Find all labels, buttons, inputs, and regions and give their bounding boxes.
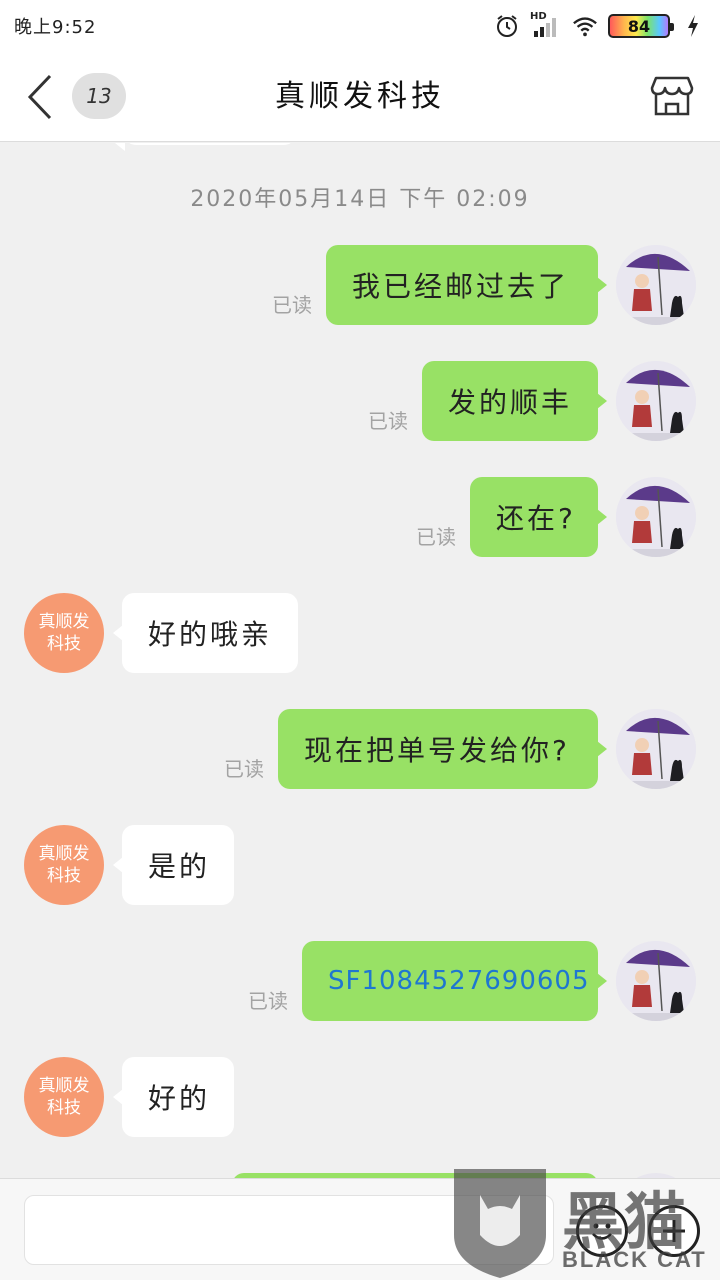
cellular-signal-icon: HD [530, 11, 562, 39]
battery-indicator: 84 [608, 14, 674, 38]
charging-icon [680, 13, 706, 39]
message-bubble-sent[interactable]: 还在? [470, 477, 607, 557]
shop-avatar-line1: 真顺发 [38, 1076, 90, 1096]
shop-avatar[interactable]: 真顺发 科技 [24, 1057, 104, 1137]
alarm-icon [494, 13, 520, 39]
read-receipt: 已读 [416, 525, 456, 549]
read-receipt: 已读 [248, 989, 288, 1013]
message-bubble-received[interactable]: 好的哦亲 [113, 593, 298, 673]
user-avatar-image [616, 941, 696, 1021]
shop-avatar-line2: 科技 [47, 866, 81, 886]
emoji-button[interactable] [576, 1205, 628, 1257]
read-receipt: 已读 [224, 757, 264, 781]
message-bubble-received[interactable]: 好的 [113, 1057, 234, 1137]
read-receipt: 已读 [272, 293, 312, 317]
user-avatar-image [616, 709, 696, 789]
tracking-number-bubble[interactable]: SF1084527690605 [302, 941, 607, 1021]
user-avatar[interactable] [616, 477, 696, 557]
input-bar [0, 1178, 720, 1280]
back-button[interactable] [20, 70, 60, 124]
unread-count-badge[interactable]: 13 [72, 73, 126, 119]
chevron-left-icon [27, 74, 52, 120]
user-avatar-image [616, 361, 696, 441]
user-avatar[interactable] [616, 245, 696, 325]
shop-avatar-line1: 真顺发 [38, 612, 90, 632]
status-bar: 晚上9:52 HD 84 [0, 0, 720, 52]
message-bubble-received[interactable]: 是的 [113, 825, 234, 905]
message-timestamp: 2020年05月14日 下午 02:09 [190, 187, 530, 212]
plus-icon [663, 1220, 685, 1242]
battery-cap [670, 23, 674, 31]
nav-bar: 真顺发科技 13 [0, 52, 720, 142]
battery-level: 84 [627, 16, 651, 36]
status-time: 晚上9:52 [14, 17, 97, 38]
shop-avatar-line2: 科技 [47, 1098, 81, 1118]
status-icons: HD 84 [494, 11, 706, 39]
message-bubble-sent[interactable]: 我已经邮过去了 [326, 245, 607, 325]
chat-area[interactable]: 2020年05月14日 下午 02:09 已读 我已经邮过去了 已读 发的顺丰 … [0, 143, 720, 1178]
shop-avatar-line1: 真顺发 [38, 844, 90, 864]
previous-message-bubble [115, 143, 296, 151]
user-avatar[interactable] [616, 361, 696, 441]
message-bubble-sent[interactable]: 发的顺丰 [422, 361, 607, 441]
shop-avatar[interactable]: 真顺发 科技 [24, 593, 104, 673]
message-input[interactable] [24, 1195, 554, 1265]
user-avatar-image [616, 477, 696, 557]
shop-button[interactable] [648, 72, 696, 120]
user-avatar-image [616, 245, 696, 325]
more-actions-button[interactable] [648, 1205, 700, 1257]
wifi-icon [572, 13, 598, 39]
read-receipt: 已读 [368, 409, 408, 433]
user-avatar[interactable] [616, 709, 696, 789]
smiley-icon [592, 1223, 612, 1240]
store-icon [650, 76, 694, 116]
shop-avatar-line2: 科技 [47, 634, 81, 654]
user-avatar[interactable] [616, 941, 696, 1021]
shop-avatar[interactable]: 真顺发 科技 [24, 825, 104, 905]
message-bubble-sent[interactable]: 现在把单号发给你? [278, 709, 607, 789]
